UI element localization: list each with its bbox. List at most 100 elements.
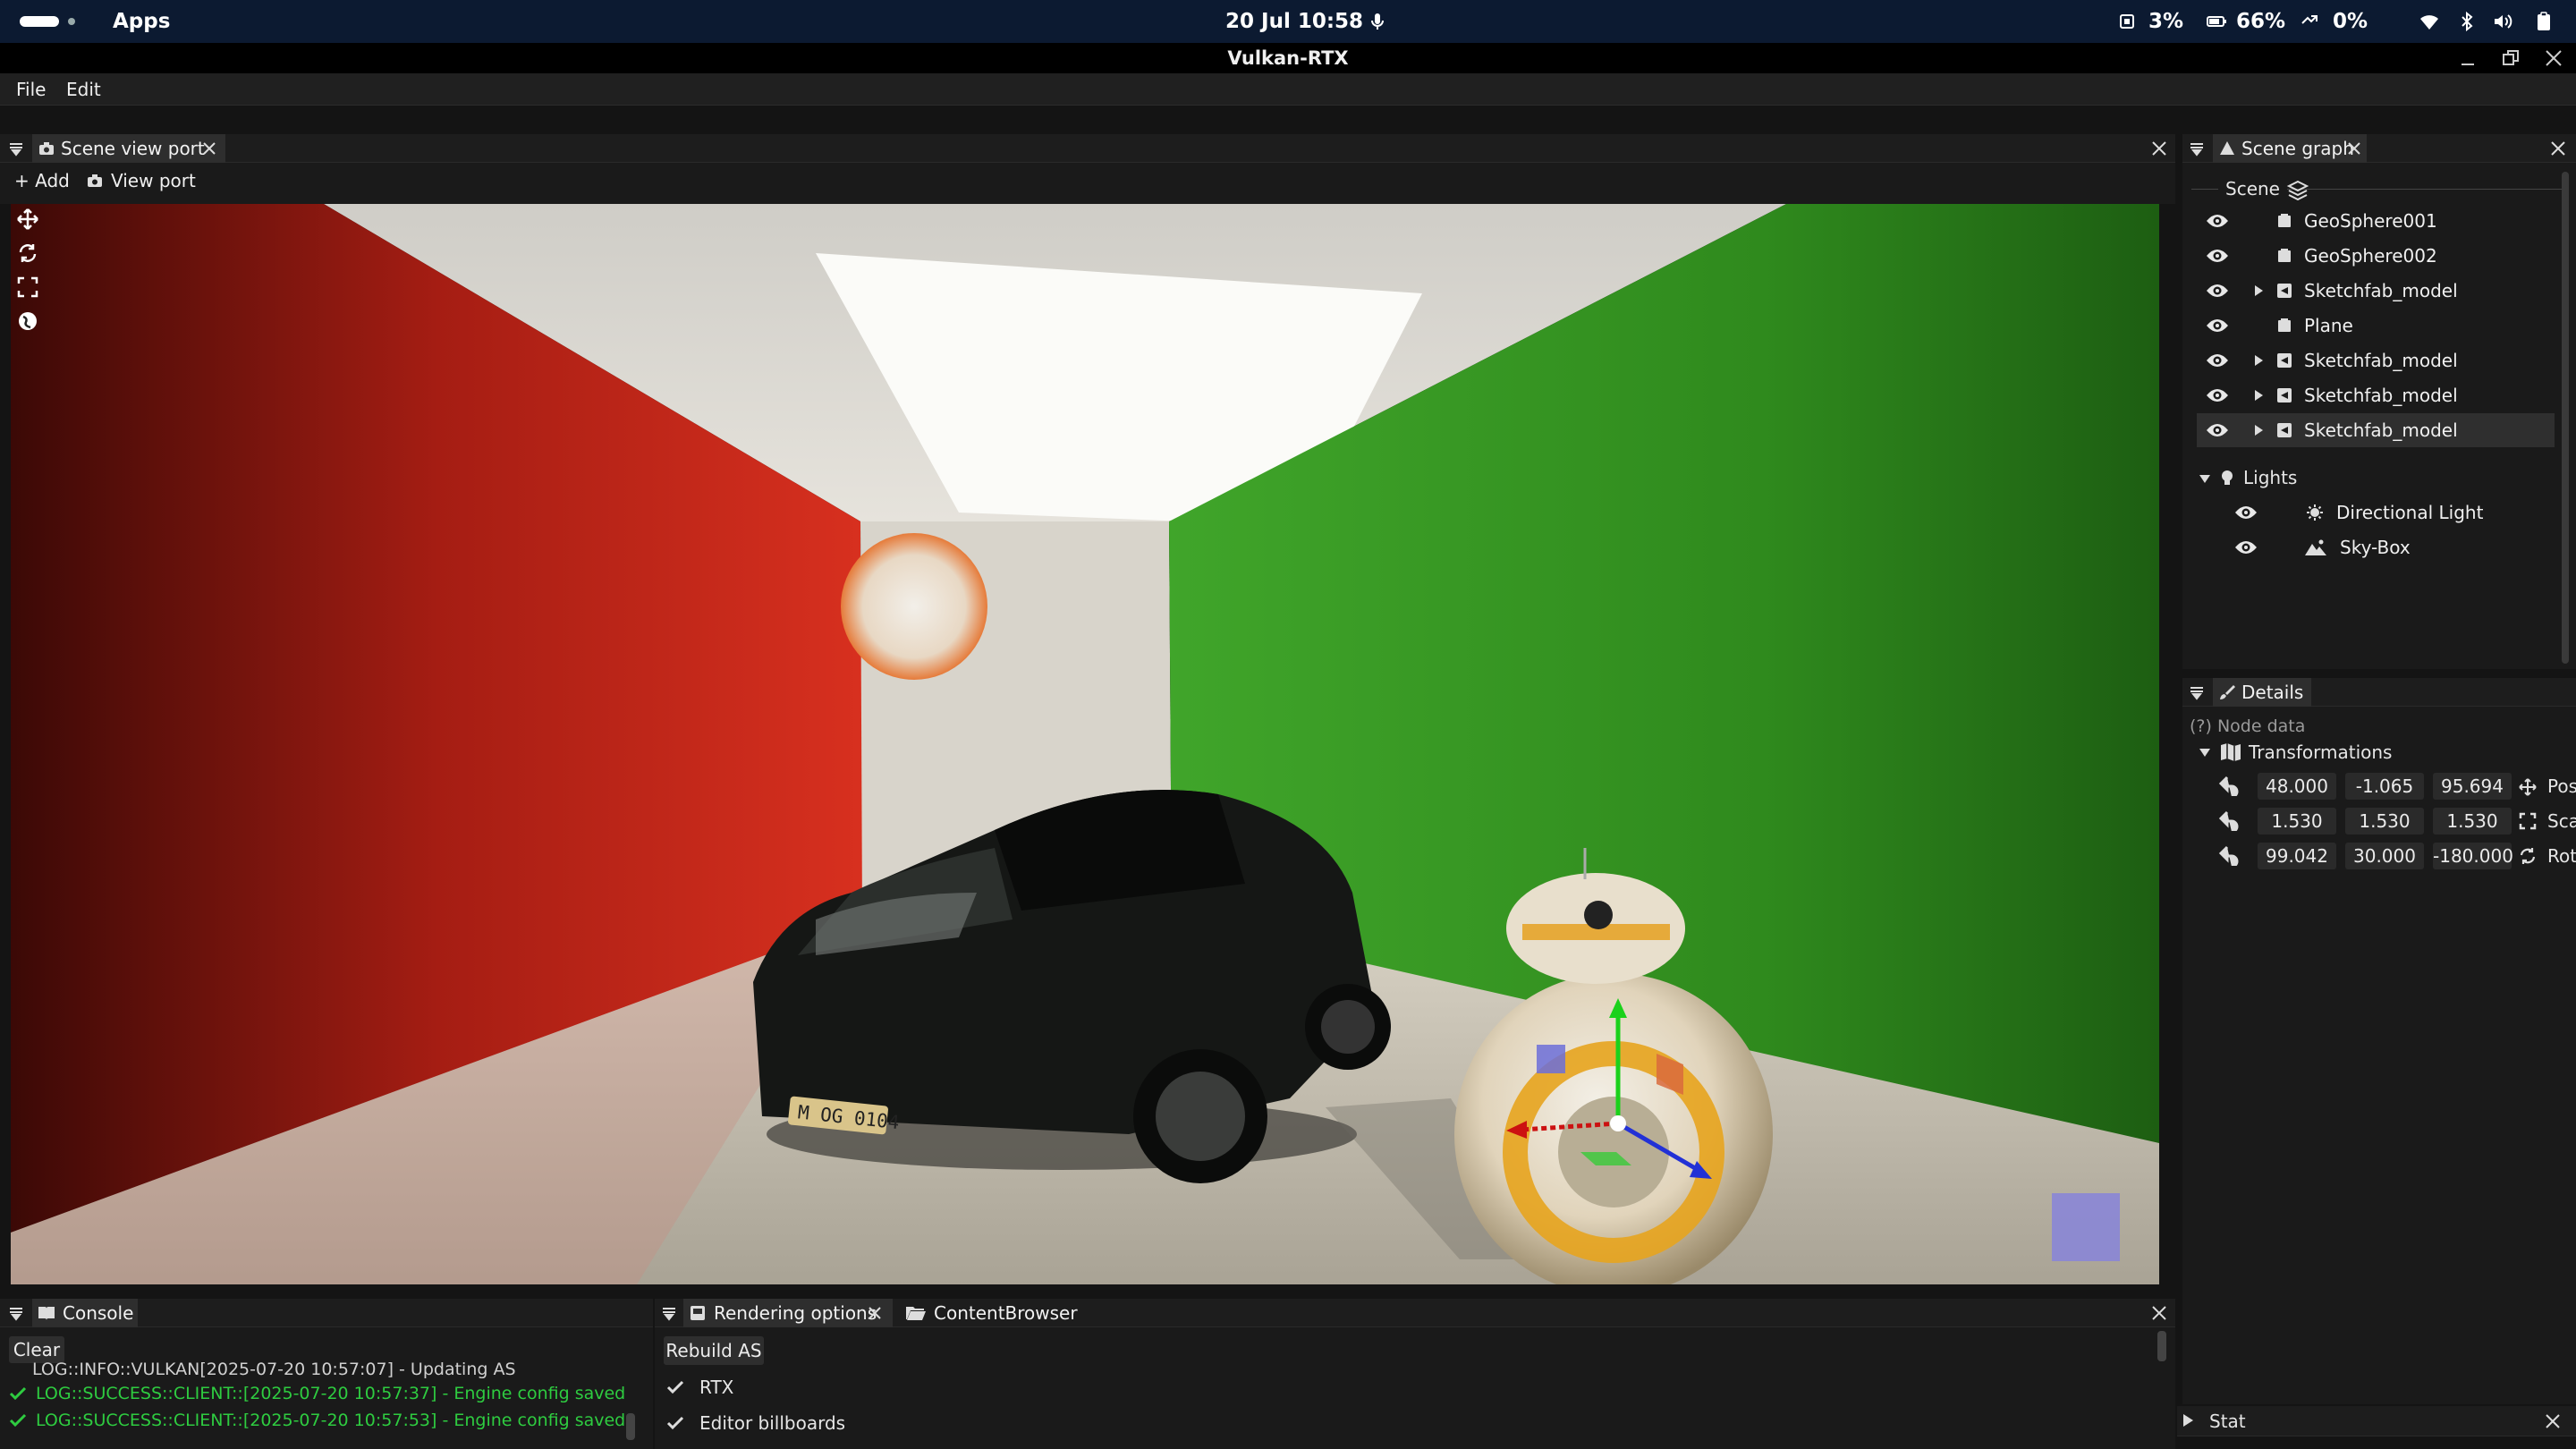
rendered-scene[interactable]: M OG 0104: [11, 204, 2159, 1284]
expand-arrow-icon[interactable]: [2252, 284, 2265, 297]
scene-graph-item[interactable]: Sketchfab_model: [2197, 343, 2555, 377]
expand-arrow-icon[interactable]: [2199, 746, 2211, 758]
eye-icon[interactable]: [2206, 421, 2229, 439]
eye-icon[interactable]: [2234, 538, 2258, 556]
folder-icon: [906, 1307, 926, 1320]
sync-level: 0%: [2333, 10, 2368, 33]
clipboard-icon[interactable]: [2533, 11, 2555, 32]
eye-icon[interactable]: [2206, 247, 2229, 265]
light-item[interactable]: Directional Light: [2224, 496, 2546, 530]
scrollbar[interactable]: [2562, 172, 2569, 664]
panel-close-icon[interactable]: [2150, 1304, 2168, 1322]
tab-content-browser[interactable]: ContentBrowser: [900, 1299, 1079, 1327]
expand-arrow-icon[interactable]: [2252, 354, 2265, 367]
wifi-icon[interactable]: [2419, 11, 2440, 32]
rendering-options-body: Rebuild AS RTX Editor billboards: [655, 1327, 2175, 1449]
layers-icon[interactable]: [2286, 179, 2309, 202]
clock[interactable]: 20 Jul 10:58: [1225, 0, 1363, 43]
geosphere[interactable]: [841, 533, 987, 680]
workspace-dot[interactable]: [68, 18, 75, 25]
tab-label: Scene graph: [2241, 138, 2354, 159]
scene-viewport[interactable]: M OG 0104: [11, 204, 2159, 1284]
collapse-icon[interactable]: [7, 1304, 25, 1322]
editor-billboards-toggle-label[interactable]: Editor billboards: [699, 1408, 845, 1438]
cpu-usage: 3%: [2148, 10, 2184, 33]
scene-graph-item-label: Sketchfab_model: [2304, 350, 2458, 371]
expand-arrow-icon[interactable]: [2199, 472, 2211, 485]
collapse-icon[interactable]: [2188, 683, 2206, 701]
tab-close-icon[interactable]: [200, 140, 218, 157]
panel-close-icon[interactable]: [2549, 140, 2567, 157]
workspace-indicator[interactable]: [20, 16, 59, 27]
bluetooth-icon[interactable]: [2456, 11, 2478, 32]
rotation-x-field[interactable]: 99.042: [2258, 843, 2336, 869]
collapse-icon[interactable]: [7, 140, 25, 157]
scale-z-field[interactable]: 1.530: [2433, 808, 2512, 835]
volume-icon[interactable]: [2492, 11, 2513, 32]
position-y-field[interactable]: -1.065: [2345, 773, 2424, 800]
tab-console[interactable]: Console: [32, 1299, 138, 1327]
view-port-button[interactable]: View port: [111, 166, 196, 195]
scene-graph-item[interactable]: GeoSphere002: [2197, 239, 2555, 273]
scale-y-field[interactable]: 1.530: [2345, 808, 2424, 835]
scene-graph-item[interactable]: Sketchfab_model: [2197, 274, 2555, 308]
checkbox-checked-icon[interactable]: [665, 1377, 685, 1397]
expand-arrow-icon[interactable]: [2252, 424, 2265, 436]
scene-graph-item[interactable]: Plane: [2197, 309, 2555, 343]
view-cube[interactable]: [2052, 1193, 2120, 1261]
tab-scene-view-port[interactable]: Scene view port: [32, 134, 225, 163]
world-space-icon[interactable]: [16, 309, 39, 333]
scene-graph-item[interactable]: GeoSphere001: [2197, 204, 2555, 238]
eye-icon[interactable]: [2206, 352, 2229, 369]
tab-rendering-options[interactable]: Rendering options: [683, 1299, 893, 1327]
apps-button[interactable]: Apps: [113, 0, 170, 43]
tab-scene-graph[interactable]: Scene graph: [2213, 134, 2367, 163]
light-item[interactable]: Sky-Box: [2224, 530, 2546, 564]
tab-close-icon[interactable]: [2345, 140, 2363, 157]
eye-icon[interactable]: [2206, 317, 2229, 335]
minimize-icon[interactable]: [2458, 48, 2478, 68]
rebuild-as-button[interactable]: Rebuild AS: [664, 1336, 764, 1365]
scene-graph-item[interactable]: Sketchfab_model: [2197, 413, 2555, 447]
add-button[interactable]: + Add: [14, 166, 70, 195]
stat-header[interactable]: Stat: [2177, 1406, 2576, 1436]
move-tool-icon[interactable]: [16, 208, 39, 231]
reset-icon[interactable]: [2218, 775, 2241, 796]
restore-icon[interactable]: [2501, 48, 2521, 68]
rendering-options-header: Rendering options ContentBrowser: [655, 1299, 2175, 1327]
menu-edit[interactable]: Edit: [66, 73, 101, 106]
scale-x-field[interactable]: 1.530: [2258, 808, 2336, 835]
lights-group-label[interactable]: Lights: [2243, 462, 2297, 494]
eye-icon[interactable]: [2206, 282, 2229, 300]
eye-icon[interactable]: [2234, 504, 2258, 521]
menu-bar: File Edit: [0, 73, 2576, 106]
scale-tool-icon[interactable]: [16, 275, 39, 299]
close-icon[interactable]: [2544, 1412, 2562, 1430]
tab-details[interactable]: Details: [2213, 678, 2311, 707]
expand-arrow-icon[interactable]: [2252, 389, 2265, 402]
checkbox-checked-icon[interactable]: [665, 1413, 685, 1433]
menu-file[interactable]: File: [16, 73, 46, 106]
eye-icon[interactable]: [2206, 386, 2229, 404]
rotation-y-field[interactable]: 30.000: [2345, 843, 2424, 869]
position-z-field[interactable]: 95.694: [2433, 773, 2512, 800]
reset-icon[interactable]: [2218, 809, 2241, 831]
tab-close-icon[interactable]: [866, 1304, 884, 1322]
tab-label: Details: [2241, 682, 2304, 703]
rotate-tool-icon[interactable]: [16, 242, 39, 265]
close-icon[interactable]: [2544, 48, 2563, 68]
eye-icon[interactable]: [2206, 212, 2229, 230]
reset-icon[interactable]: [2218, 844, 2241, 866]
rotation-z-field[interactable]: -180.000: [2433, 843, 2513, 869]
panel-close-icon[interactable]: [2150, 140, 2168, 157]
expand-icon[interactable]: [2181, 1413, 2195, 1428]
console-scrollbar[interactable]: [626, 1413, 635, 1440]
scene-graph-item[interactable]: Sketchfab_model: [2197, 378, 2555, 412]
transformations-label[interactable]: Transformations: [2249, 739, 2392, 766]
rtx-toggle-label[interactable]: RTX: [699, 1372, 733, 1402]
position-label: Pos: [2547, 775, 2576, 797]
position-x-field[interactable]: 48.000: [2258, 773, 2336, 800]
rendering-scrollbar[interactable]: [2157, 1331, 2166, 1361]
collapse-icon[interactable]: [660, 1304, 678, 1322]
collapse-icon[interactable]: [2188, 140, 2206, 157]
